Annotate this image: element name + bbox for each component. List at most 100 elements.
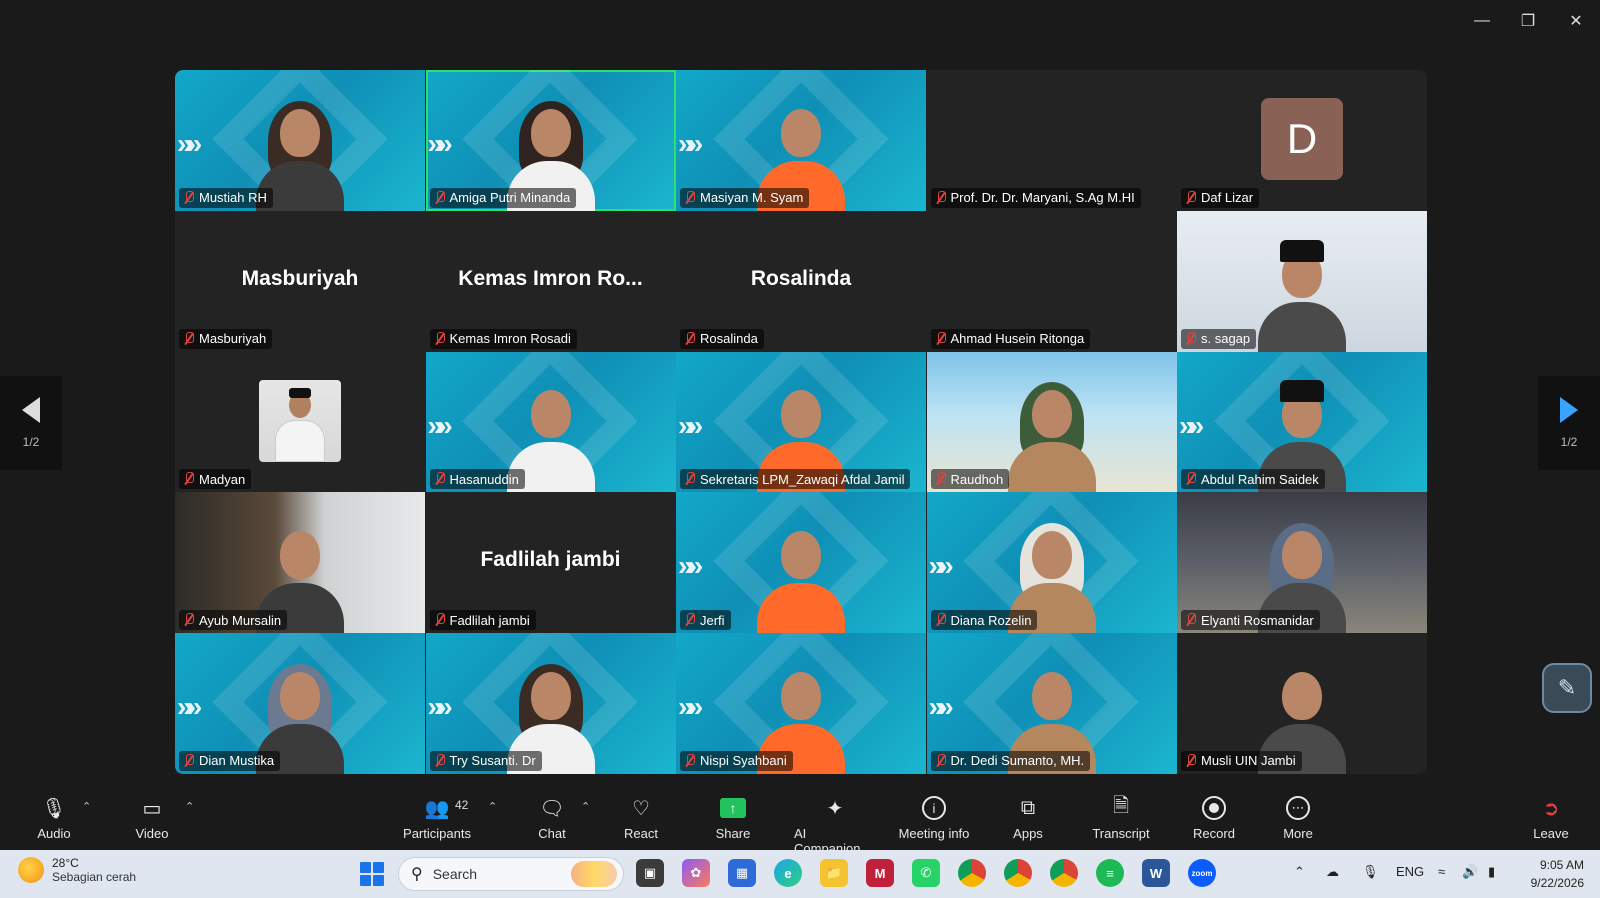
weather-widget[interactable]: 28°C Sebagian cerah: [18, 856, 136, 884]
participant-name: Hasanuddin: [449, 471, 519, 487]
video-button[interactable]: ▭ Video: [131, 782, 173, 846]
leave-button[interactable]: ➲ Leave: [1532, 782, 1570, 846]
participant-tile[interactable]: Nispi Syahbani: [676, 633, 926, 774]
mendeley-icon[interactable]: M: [866, 859, 894, 887]
task-view-icon[interactable]: ▣: [636, 859, 664, 887]
previous-page-button[interactable]: 1/2: [0, 376, 62, 470]
arrow-right-icon: [1560, 397, 1578, 423]
zoom-app-icon[interactable]: zoom: [1188, 859, 1216, 887]
participant-tile[interactable]: Hasanuddin: [425, 351, 676, 493]
meeting-toolbar: 🎙 Audio ⌃ ▭ Video ⌃ 👥 Participants 42 ⌃ …: [0, 782, 1600, 857]
chat-options-caret-icon[interactable]: ⌃: [581, 800, 590, 813]
share-button[interactable]: ↑ Share: [714, 782, 752, 846]
participant-video-feed: [1254, 239, 1350, 352]
participant-tile[interactable]: Dr. Dedi Sumanto, MH.: [926, 633, 1177, 774]
more-label: More: [1283, 826, 1313, 841]
heart-icon: ♡: [632, 797, 650, 820]
edge-browser-icon[interactable]: e: [774, 859, 802, 887]
audio-button[interactable]: 🎙 Audio: [34, 782, 74, 846]
video-options-caret-icon[interactable]: ⌃: [185, 800, 194, 813]
participant-tile[interactable]: Madyan: [175, 351, 425, 493]
participant-name-tag: s. sagap: [1181, 328, 1257, 349]
react-label: React: [624, 826, 658, 841]
taskbar-search[interactable]: ⚲ Search: [398, 857, 624, 891]
participant-tile[interactable]: Sekretaris LPM_Zawaqi Afdal Jamil: [676, 351, 926, 493]
chat-button[interactable]: 🗨 Chat: [537, 782, 567, 846]
search-highlight-icon: [571, 861, 617, 887]
file-explorer-icon[interactable]: 📁: [820, 859, 848, 887]
chrome-profile-2-icon[interactable]: [1004, 859, 1032, 887]
participant-tile[interactable]: Ayub Mursalin: [175, 492, 425, 634]
participant-name: s. sagap: [1201, 331, 1251, 347]
battery-icon[interactable]: ▮: [1488, 864, 1495, 880]
tray-microphone-icon[interactable]: 🎙: [1362, 864, 1379, 880]
apps-label: Apps: [1013, 826, 1043, 841]
participants-options-caret-icon[interactable]: ⌃: [488, 800, 497, 813]
participant-tile[interactable]: Musli UIN Jambi: [1177, 633, 1427, 774]
participants-button[interactable]: 👥 Participants: [402, 782, 472, 846]
participant-name-tag: Kemas Imron Rosadi: [429, 328, 577, 349]
participant-tile[interactable]: Kemas Imron Ro... Kemas Imron Rosadi: [425, 210, 676, 352]
participant-tile[interactable]: Prof. Dr. Dr. Maryani, S.Ag M.HI: [926, 70, 1177, 211]
participant-name: Try Susanti. Dr: [449, 753, 536, 769]
chrome-profile-3-icon[interactable]: [1050, 859, 1078, 887]
participant-tile[interactable]: Raudhoh: [926, 351, 1177, 493]
clock-time: 9:05 AM: [1539, 858, 1584, 872]
restore-icon[interactable]: ❐: [1508, 8, 1548, 34]
react-button[interactable]: ♡ React: [622, 782, 660, 846]
participant-tile[interactable]: D Daf Lizar: [1177, 70, 1427, 211]
apps-button[interactable]: ⧉ Apps: [1012, 782, 1044, 846]
leave-icon: ➲: [1542, 797, 1560, 820]
close-icon[interactable]: ✕: [1556, 8, 1596, 34]
participant-tile[interactable]: Mustiah RH: [175, 70, 425, 211]
participant-tile[interactable]: Rosalinda Rosalinda: [676, 210, 926, 352]
chrome-icon[interactable]: [958, 859, 986, 887]
whatsapp-icon[interactable]: ✆: [912, 859, 940, 887]
tray-overflow-icon[interactable]: ⌃: [1294, 864, 1305, 880]
spotify-icon[interactable]: ≡: [1096, 859, 1124, 887]
participant-name-tag: Ayub Mursalin: [179, 610, 288, 631]
meeting-info-label: Meeting info: [898, 826, 970, 841]
participant-tile[interactable]: Jerfi: [676, 492, 926, 634]
participant-name-tag: Fadlilah jambi: [429, 610, 536, 631]
record-button[interactable]: Record: [1192, 782, 1236, 846]
muted-microphone-icon: [684, 331, 696, 346]
transcript-button[interactable]: 🗎 Transcript: [1092, 782, 1149, 846]
participant-tile[interactable]: Amiga Putri Minanda: [425, 70, 676, 211]
participant-tile[interactable]: Abdul Rahim Saidek: [1177, 351, 1427, 493]
meeting-info-button[interactable]: i Meeting info: [896, 782, 972, 846]
participant-tile[interactable]: Fadlilah jambi Fadlilah jambi: [425, 492, 676, 634]
wifi-icon[interactable]: ≈: [1438, 864, 1445, 879]
ai-companion-button[interactable]: ✦ AI Companion: [794, 782, 876, 857]
copilot-icon[interactable]: ✿: [682, 859, 710, 887]
muted-microphone-icon: [183, 331, 195, 346]
word-icon[interactable]: W: [1142, 859, 1170, 887]
leave-label: Leave: [1533, 826, 1569, 841]
participant-tile[interactable]: Masburiyah Masburiyah: [175, 210, 425, 352]
floating-widget-icon[interactable]: ✎: [1542, 663, 1592, 713]
minimize-icon[interactable]: —: [1462, 8, 1502, 34]
input-language[interactable]: ENG: [1396, 864, 1424, 879]
chat-icon: 🗨: [539, 797, 565, 820]
participant-name-tag: Raudhoh: [930, 469, 1010, 490]
more-button[interactable]: ⋯ More: [1280, 782, 1316, 846]
volume-icon[interactable]: 🔊: [1462, 864, 1478, 880]
profile-photo: [259, 379, 341, 462]
info-icon: i: [922, 796, 946, 820]
search-placeholder: Search: [432, 866, 478, 882]
participant-tile[interactable]: Masiyan M. Syam: [676, 70, 926, 211]
windows-start-icon[interactable]: [360, 862, 384, 886]
participant-name-tag: Masburiyah: [179, 328, 273, 349]
participant-tile[interactable]: Elyanti Rosmanidar: [1177, 492, 1427, 634]
microsoft-store-icon[interactable]: ▦: [728, 859, 756, 887]
muted-microphone-icon: [434, 753, 446, 768]
participant-tile[interactable]: Ahmad Husein Ritonga: [926, 210, 1177, 352]
participant-tile[interactable]: Diana Rozelin: [926, 492, 1177, 634]
next-page-button[interactable]: 1/2: [1538, 376, 1600, 470]
audio-options-caret-icon[interactable]: ⌃: [82, 800, 91, 813]
participant-tile[interactable]: Try Susanti. Dr: [425, 633, 676, 774]
onedrive-icon[interactable]: ☁: [1326, 864, 1339, 880]
participant-tile[interactable]: Dian Mustika: [175, 633, 425, 774]
participant-tile[interactable]: s. sagap: [1177, 210, 1427, 352]
system-clock[interactable]: 9:05 AM 9/22/2026: [1512, 856, 1584, 892]
